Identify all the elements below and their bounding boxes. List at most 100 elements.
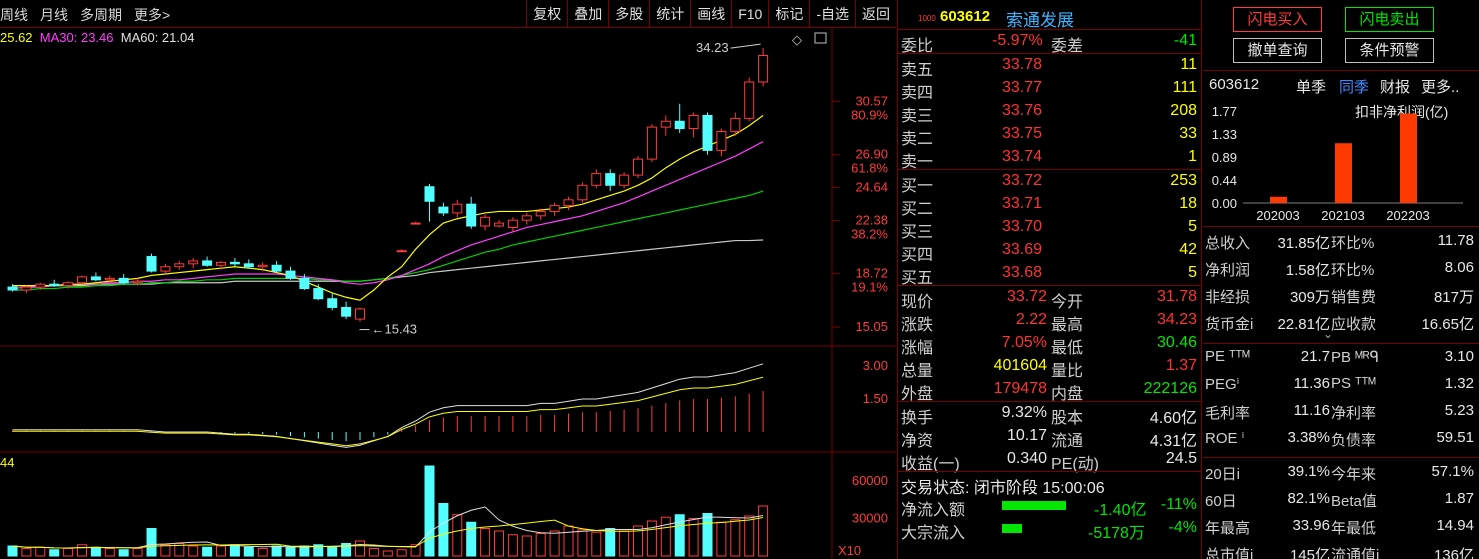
profit-bar (1270, 196, 1287, 203)
price-axis-label: 18.72 (855, 266, 888, 281)
ma10-value: 25.62 (0, 30, 33, 45)
netflow-row: 净流入额 -1.40亿 -11% (898, 494, 1201, 519)
volume-axis-label: 60000 (852, 473, 888, 488)
level-label: 卖一 (901, 154, 934, 171)
f10-label: ROE ⁱ (1205, 430, 1245, 447)
ask-level[interactable]: 卖二 33.75 33 (898, 123, 1201, 148)
volume-bar (229, 544, 240, 557)
stat-value: 1.37 (1165, 357, 1197, 374)
profit-y-tick: 0.44 (1212, 173, 1237, 188)
f10-value: 1.32 (1444, 375, 1474, 392)
candle-body (744, 81, 755, 119)
tab-quarter[interactable]: 单季 (1296, 76, 1326, 97)
profit-bar (1335, 143, 1352, 203)
order-ratio-row: 委比 -5.97% 委差 -41 (898, 30, 1201, 55)
stat-value: 24.5 (1165, 450, 1197, 467)
candle-body (77, 276, 87, 284)
ask-level[interactable]: 卖三 33.76 208 (898, 100, 1201, 125)
period-more[interactable]: 更多> (134, 5, 170, 25)
stock-name[interactable]: 索通发展 (1006, 6, 1074, 31)
kline-chart-svg[interactable]: 30.5780.9% 26.9061.8% 24.64 22.3838.2% 18.72… (0, 28, 896, 559)
period-monthly[interactable]: 月线 (40, 5, 68, 25)
tab-more[interactable]: 更多.. (1421, 76, 1459, 97)
indicator-line-2 (12, 376, 764, 447)
indicator-axis-label: 3.00 (863, 358, 888, 373)
order-query-button[interactable]: 撤单查询 (1233, 38, 1322, 63)
f10-value: 1.58亿 (1285, 262, 1330, 279)
multi-stock-button[interactable]: 多股 (608, 0, 649, 28)
volume-bar (452, 514, 463, 557)
overlay-button[interactable]: 叠加 (567, 0, 608, 28)
stats-row: 涨跌 2.22 最高 34.23 (898, 309, 1201, 334)
stat-value: 222126 (1143, 380, 1197, 397)
f10-value: 145亿 (1289, 547, 1330, 559)
bid-level[interactable]: 买四 33.69 42 (898, 239, 1201, 264)
weibi-label: 委比 (901, 38, 934, 55)
profit-y-tick: 0.00 (1212, 196, 1237, 211)
bid-level[interactable]: 买三 33.70 5 (898, 216, 1201, 241)
volume-unit-label: X10 (838, 543, 861, 558)
tab-same-quarter[interactable]: 同季 (1339, 76, 1369, 97)
bid-level[interactable]: 买二 33.71 18 (898, 193, 1201, 218)
f10-row: 净利润 1.58亿 环比% 8.06 (1203, 256, 1479, 282)
volume-bar (202, 546, 213, 557)
quote-panel: 1000 603612 索通发展 委比 -5.97% 委差 -41 卖五 33.7… (897, 0, 1202, 559)
f10-row: PE ᵀᵀᴹ 21.7 PB ᴹᴿᑫ 3.10 (1203, 345, 1479, 371)
volume-bar (188, 545, 199, 557)
volume-bar (368, 548, 379, 557)
ask-level[interactable]: 卖五 33.78 11 (898, 54, 1201, 79)
profit-y-tick: 1.33 (1212, 127, 1237, 142)
adjust-button[interactable]: 复权 (526, 0, 567, 28)
tab-report[interactable]: 财报 (1380, 76, 1410, 97)
f10-button[interactable]: F10 (731, 0, 768, 28)
volume-bar (35, 546, 46, 557)
profit-y-tick: 0.89 (1212, 150, 1237, 165)
f10-value: 21.7 (1300, 348, 1330, 365)
bid-level[interactable]: 买五 33.68 5 (898, 262, 1201, 287)
f10-label: 环比% (1331, 235, 1375, 252)
f10-value: 82.1% (1287, 490, 1330, 507)
mark-button[interactable]: 标记 (768, 0, 809, 28)
candle-body (104, 277, 115, 281)
period-multi[interactable]: 多周期 (80, 5, 122, 25)
diamond-icon[interactable]: ◇ (792, 32, 802, 47)
back-button[interactable]: 返回 (855, 0, 896, 28)
stats2-row: 收益(一) 0.340 PE(动) 24.5 (898, 448, 1201, 473)
volume-bar (521, 535, 532, 557)
flash-buy-button[interactable]: 闪电买入 (1233, 7, 1322, 32)
kline-chart-area[interactable]: 30.57 80.9% 26.90 61.8% 24.64 22.38 38.2% 18.72… (0, 28, 896, 559)
expand-chevron-icon[interactable]: ⌄ (1323, 327, 1333, 341)
stat-value: 179478 (993, 380, 1047, 397)
stats-row: 涨幅 7.05% 最低 30.46 (898, 332, 1201, 357)
candle-body (494, 222, 504, 227)
period-weekly[interactable]: 周线 (0, 5, 28, 25)
condition-alert-button[interactable]: 条件预警 (1345, 38, 1434, 63)
level-label: 买五 (901, 270, 934, 287)
f10-row: 年最高 33.96 年最低 14.94 (1203, 514, 1479, 540)
candle-body (549, 205, 560, 212)
ma60-value: MA60: 21.04 (120, 30, 195, 45)
ask-level[interactable]: 卖四 33.77 111 (898, 77, 1201, 102)
level-price: 33.74 (1002, 148, 1043, 165)
price-axis-label: 15.05 (855, 319, 888, 334)
weicha-label: 委差 (1051, 38, 1084, 55)
level-volume: 11 (1180, 56, 1197, 73)
draw-button[interactable]: 画线 (690, 0, 731, 28)
stock-code[interactable]: 603612 (940, 8, 990, 25)
bid-level[interactable]: 买一 33.72 253 (898, 170, 1201, 195)
price-axis-label: 30.57 (855, 93, 888, 108)
f10-value: 39.1% (1287, 463, 1330, 480)
profit-y-tick: 1.77 (1212, 104, 1237, 119)
f10-label: 今年来 (1331, 466, 1377, 483)
volume-bar (118, 549, 129, 557)
stat-value: 10.17 (1006, 427, 1047, 444)
flash-sell-button[interactable]: 闪电卖出 (1345, 7, 1434, 32)
volume-bar (216, 545, 226, 557)
pct-axis-label: 19.1% (851, 280, 888, 295)
level-price: 33.72 (1002, 172, 1043, 189)
candle-body (396, 250, 407, 253)
stats-button[interactable]: 统计 (649, 0, 690, 28)
ask-level[interactable]: 卖一 33.74 1 (898, 146, 1201, 171)
remove-watchlist-button[interactable]: -自选 (809, 0, 855, 28)
trade-status-row: 交易状态: 闭市阶段 15:00:06 (898, 471, 1201, 497)
